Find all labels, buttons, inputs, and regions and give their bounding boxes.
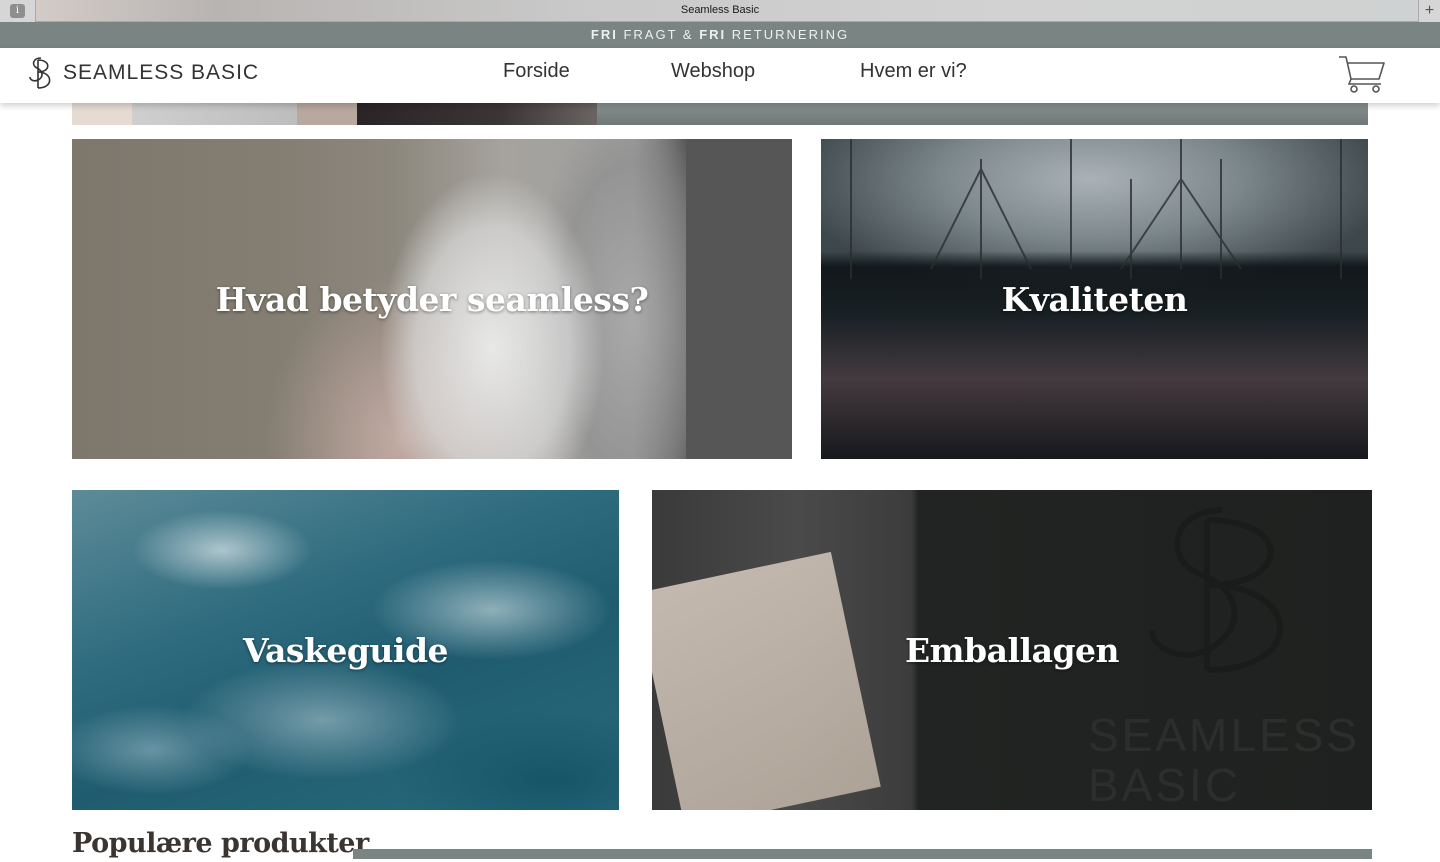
embossed-monogram-icon [1149, 507, 1283, 673]
nav-item-webshop[interactable]: Webshop [671, 60, 755, 83]
window-title: Seamless Basic [680, 4, 760, 16]
promo-bar: FRI FRAGT & FRI RETURNERING [0, 22, 1440, 48]
section-divider [353, 849, 1372, 859]
site-header: SEAMLESS BASIC Forside Webshop Hvem er v… [0, 48, 1440, 103]
new-tab-icon[interactable]: + [1418, 0, 1440, 22]
tile-kvaliteten[interactable]: Kvaliteten [821, 139, 1368, 459]
shopping-cart-icon[interactable] [1337, 53, 1387, 95]
tile-emballagen[interactable]: SEAMLESS BASIC Emballagen [652, 490, 1372, 810]
tile-hvad-betyder-seamless[interactable]: Hvad betyder seamless? [72, 139, 792, 459]
section-title: Populære produkter [72, 828, 369, 859]
embossed-brand-text: SEAMLESS BASIC [1088, 710, 1360, 810]
embossed-line-1: SEAMLESS [1088, 709, 1360, 761]
browser-titlebar: i Seamless Basic + [0, 0, 1440, 22]
tile-title: Emballagen [904, 630, 1120, 670]
tile-title: Vaskeguide [242, 630, 449, 670]
tile-vaskeguide[interactable]: Vaskeguide [72, 490, 619, 810]
brand-logo[interactable]: SEAMLESS BASIC [27, 55, 259, 91]
tile-title: Kvaliteten [1001, 279, 1188, 319]
popular-products-header: Populære produkter [72, 828, 369, 859]
nav-item-hvem-er-vi[interactable]: Hvem er vi? [860, 60, 967, 83]
promo-text-returns: RETURNERING [726, 27, 850, 42]
promo-word-free-returns: FRI [699, 27, 727, 42]
brand-name: SEAMLESS BASIC [63, 61, 260, 84]
tile-title: Hvad betyder seamless? [215, 279, 649, 319]
nav-item-forside[interactable]: Forside [503, 60, 570, 83]
promo-text-shipping: FRAGT & [617, 27, 700, 42]
promo-word-free-shipping: FRI [590, 27, 618, 42]
tile-side-panel [686, 139, 792, 459]
hero-image-edge [72, 103, 1368, 125]
loom-threads-decoration [850, 139, 1342, 279]
monogram-icon [29, 57, 51, 89]
embossed-line-2: BASIC [1088, 759, 1242, 810]
